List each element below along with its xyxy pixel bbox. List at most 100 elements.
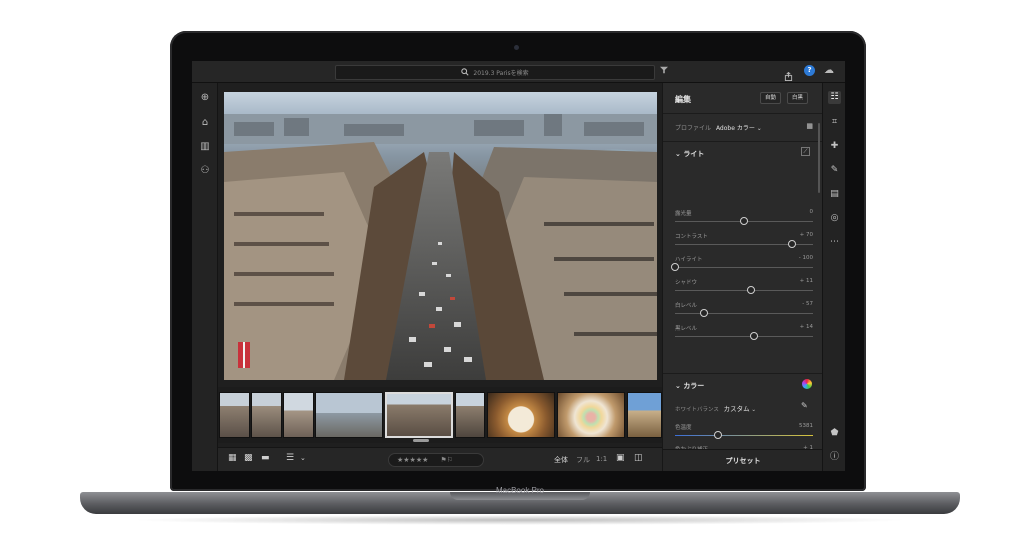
edit-sliders-icon[interactable]: ☷ — [828, 91, 841, 104]
light-section-title: ライト — [683, 150, 705, 158]
thumbnail[interactable] — [557, 392, 625, 438]
grid-small-icon[interactable]: ▦ — [228, 454, 237, 463]
color-wheel-icon[interactable] — [802, 379, 812, 389]
slider-knob[interactable] — [746, 286, 755, 294]
panel-title: 編集 — [675, 95, 691, 104]
color-slider[interactable]: 色温度 5381 — [675, 423, 813, 445]
people-icon[interactable]: ⚇ — [199, 165, 211, 177]
compare-icon[interactable]: ▣ — [616, 454, 625, 463]
filmstrip — [218, 387, 662, 443]
thumbnail[interactable] — [487, 392, 555, 438]
view-1to1-label[interactable]: 1:1 — [596, 455, 607, 463]
slider-value: 5381 — [799, 423, 813, 429]
slider-track[interactable] — [675, 313, 813, 314]
profile-label: プロファイル — [675, 125, 712, 132]
thumbnail[interactable] — [219, 392, 250, 438]
profile-value[interactable]: Adobe カラー — [716, 125, 755, 132]
panel-scrollbar[interactable] — [818, 123, 820, 193]
sort-icon[interactable]: ☰ — [286, 454, 294, 463]
slider-label: 白レベル — [675, 303, 698, 309]
star-rating[interactable]: ★★★★★ — [397, 456, 428, 464]
thumbnail[interactable] — [455, 392, 485, 438]
eyedropper-icon[interactable]: ✎ — [801, 401, 808, 410]
edit-panel: 編集 自動 白黒 プロファイル Adobe カラー ⌄ ▦ ⌄ ライト ⟋ 露光… — [662, 83, 823, 471]
filmstrip-scrollbar[interactable] — [413, 439, 429, 442]
thumbnail[interactable] — [283, 392, 314, 438]
add-photos-icon[interactable]: ⊕ — [199, 92, 211, 104]
profile-row[interactable]: プロファイル Adobe カラー ⌄ ▦ — [675, 122, 815, 132]
brush-icon[interactable]: ✎ — [828, 164, 841, 177]
crop-icon[interactable]: ⌗ — [828, 116, 841, 129]
slider-track[interactable] — [675, 336, 813, 337]
slider-value: 0 — [809, 209, 814, 215]
slider-value: + 11 — [799, 278, 813, 284]
search-input[interactable]: 2019.3 Parisを検索 — [335, 65, 655, 80]
auto-button[interactable]: 自動 — [760, 92, 782, 104]
slider-value: - 100 — [798, 255, 813, 261]
panel-toggle-icon[interactable]: ◫ — [634, 454, 643, 463]
laptop-shadow — [130, 515, 910, 525]
main-photo[interactable] — [224, 92, 657, 380]
slider-track[interactable] — [675, 435, 813, 436]
camera-dot — [514, 45, 519, 50]
bottom-toolbar: ▦ ▩ ▬ ☰ ⌄ ★★★★★ ⚑⚐ 全体 フル 1:1 ▣ ◫ — [218, 447, 662, 471]
color-section-title: カラー — [683, 382, 705, 390]
slider-value: - 57 — [802, 301, 813, 307]
wb-value[interactable]: カスタム — [724, 405, 750, 413]
thumbnail[interactable] — [315, 392, 383, 438]
top-bar: 2019.3 Parisを検索 ? ☁ — [192, 61, 845, 83]
white-balance-row[interactable]: ホワイトバランス カスタム ⌄ — [675, 403, 756, 413]
light-slider[interactable]: コントラスト + 70 — [675, 232, 813, 254]
home-icon[interactable]: ⌂ — [199, 117, 211, 129]
cloud-icon[interactable]: ☁ — [824, 65, 834, 76]
view-full-label[interactable]: フル — [576, 455, 590, 465]
single-view-icon[interactable]: ▬ — [261, 454, 270, 463]
presets-label: プリセット — [725, 457, 761, 465]
linear-gradient-icon[interactable]: ▤ — [828, 188, 841, 201]
slider-value: + 14 — [799, 324, 813, 330]
slider-knob[interactable] — [749, 332, 758, 340]
slider-knob[interactable] — [671, 263, 679, 271]
filter-icon[interactable] — [660, 66, 668, 77]
chevron-down-icon[interactable]: ⌄ — [300, 455, 306, 462]
library-icon[interactable]: ▥ — [199, 141, 211, 153]
light-slider[interactable]: 白レベル - 57 — [675, 301, 813, 323]
healing-icon[interactable]: ✚ — [828, 140, 841, 153]
thumbnail[interactable] — [627, 392, 662, 438]
profile-browser-icon[interactable]: ▦ — [806, 122, 813, 130]
presets-bar[interactable]: プリセット — [663, 449, 823, 471]
light-slider[interactable]: ハイライト - 100 — [671, 255, 813, 277]
slider-label: 黒レベル — [675, 326, 698, 332]
view-all-label[interactable]: 全体 — [554, 455, 568, 465]
light-slider[interactable]: 黒レベル + 14 — [675, 324, 813, 346]
flag-icon[interactable]: ⚑⚐ — [440, 456, 453, 464]
slider-value: + 70 — [799, 232, 813, 238]
slider-track[interactable] — [675, 267, 813, 268]
color-section-header[interactable]: ⌄ カラー — [675, 381, 704, 391]
light-section-header[interactable]: ⌄ ライト — [675, 149, 704, 159]
slider-track[interactable] — [675, 290, 813, 291]
slider-knob[interactable] — [788, 240, 797, 248]
radial-gradient-icon[interactable]: ◎ — [828, 212, 841, 225]
slider-knob[interactable] — [713, 431, 722, 439]
tag-icon[interactable]: ⬟ — [828, 427, 841, 440]
rating-control[interactable]: ★★★★★ ⚑⚐ — [388, 453, 484, 467]
thumbnail-selected[interactable] — [385, 392, 453, 438]
slider-knob[interactable] — [699, 309, 708, 317]
thumbnail[interactable] — [251, 392, 282, 438]
more-icon[interactable]: ⋯ — [828, 236, 841, 249]
grid-large-icon[interactable]: ▩ — [244, 454, 253, 463]
search-placeholder: 2019.3 Parisを検索 — [473, 70, 529, 77]
info-icon[interactable]: ⓘ — [828, 451, 841, 464]
light-slider[interactable]: シャドウ + 11 — [675, 278, 813, 300]
help-icon[interactable]: ? — [804, 65, 815, 76]
lightroom-window: 2019.3 Parisを検索 ? ☁ ⊕ ⌂ ▥ ⚇ ▦ ▩ ▬ ☰ ⌄ ★★… — [192, 61, 845, 471]
search-icon — [461, 67, 469, 78]
divider — [663, 373, 823, 374]
slider-label: 露光量 — [675, 211, 692, 217]
slider-knob[interactable] — [740, 217, 748, 225]
curve-icon[interactable]: ⟋ — [801, 147, 810, 156]
light-slider[interactable]: 露光量 0 — [675, 209, 813, 231]
bw-button[interactable]: 白黒 — [787, 92, 809, 104]
slider-label: コントラスト — [675, 234, 708, 240]
